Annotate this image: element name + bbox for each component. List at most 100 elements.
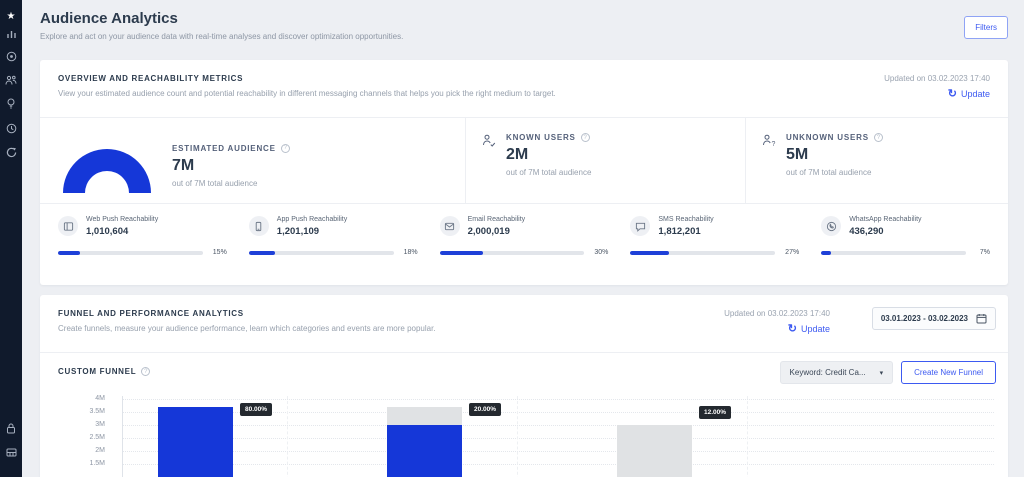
web-push-reachability: Web Push Reachability 1,010,604 15% — [58, 216, 227, 256]
custom-funnel-label: CUSTOM FUNNEL — [58, 367, 136, 376]
target-icon[interactable] — [0, 48, 22, 64]
known-users-label: KNOWN USERS — [506, 133, 576, 142]
whatsapp-progress — [821, 251, 966, 255]
app-push-percent: 18% — [402, 249, 418, 256]
reachability-row: Web Push Reachability 1,010,604 15% App … — [40, 203, 1008, 256]
y-tick: 2.5M — [89, 434, 105, 441]
whatsapp-value: 436,290 — [849, 226, 921, 237]
funnel-update-button[interactable]: ↻ Update — [788, 324, 830, 334]
page-title: Audience Analytics — [40, 10, 1008, 27]
sms-percent: 27% — [783, 249, 799, 256]
info-icon[interactable]: ? — [141, 367, 150, 376]
info-icon[interactable]: ? — [281, 144, 290, 153]
y-tick: 3M — [95, 421, 105, 428]
overview-card: OVERVIEW AND REACHABILITY METRICS View y… — [40, 60, 1008, 285]
estimated-audience-label: ESTIMATED AUDIENCE — [172, 144, 276, 153]
sms-reachability: SMS Reachability 1,812,201 27% — [630, 216, 799, 256]
app-push-value: 1,201,109 — [277, 226, 347, 237]
calendar-icon — [976, 313, 987, 324]
funnel-bar-step-2 — [387, 390, 462, 477]
whatsapp-percent: 7% — [974, 249, 990, 256]
create-new-funnel-button[interactable]: Create New Funnel — [901, 361, 996, 384]
overview-card-header: OVERVIEW AND REACHABILITY METRICS View y… — [40, 60, 1008, 118]
users-icon[interactable] — [0, 72, 22, 88]
chart-plot-area: 80.00% 20.00% 12.00% — [122, 390, 994, 477]
y-tick: 4M — [95, 395, 105, 402]
sms-value: 1,812,201 — [658, 226, 713, 237]
app-push-label: App Push Reachability — [277, 216, 347, 223]
refresh-icon: ↻ — [948, 89, 957, 99]
y-tick: 2M — [95, 447, 105, 454]
web-push-value: 1,010,604 — [86, 226, 158, 237]
page-subtitle: Explore and act on your audience data wi… — [40, 32, 1008, 41]
clock-icon[interactable] — [0, 120, 22, 136]
sidebar: ★ — [0, 0, 22, 477]
overview-title: OVERVIEW AND REACHABILITY METRICS — [58, 74, 990, 83]
whatsapp-label: WhatsApp Reachability — [849, 216, 921, 223]
refresh-icon: ↻ — [788, 324, 797, 334]
date-range-value: 03.01.2023 - 03.02.2023 — [881, 314, 968, 323]
info-icon[interactable]: ? — [874, 133, 883, 142]
funnel-description: Create funnels, measure your audience pe… — [58, 324, 990, 333]
email-icon — [440, 216, 460, 236]
overview-updated-timestamp: Updated on 03.02.2023 17:40 — [884, 74, 990, 83]
funnel-update-label: Update — [801, 324, 830, 334]
svg-text:?: ? — [772, 141, 776, 147]
app-push-progress — [249, 251, 394, 255]
bar-chart-icon[interactable] — [0, 25, 22, 41]
info-icon[interactable]: ? — [581, 133, 590, 142]
known-users-caption: out of 7M total audience — [506, 168, 591, 177]
user-question-icon: ? — [762, 134, 776, 203]
sms-progress — [630, 251, 775, 255]
lock-icon[interactable] — [0, 420, 22, 436]
estimated-audience-metric: ESTIMATED AUDIENCE ? 7M out of 7M total … — [40, 118, 465, 203]
email-reachability: Email Reachability 2,000,019 30% — [440, 216, 609, 256]
custom-funnel-toolbar: CUSTOM FUNNEL ? Keyword: Credit Ca... ▾ … — [40, 353, 1008, 386]
audience-metrics-row: ESTIMATED AUDIENCE ? 7M out of 7M total … — [40, 118, 1008, 203]
audience-donut-chart — [60, 146, 154, 194]
sms-icon — [630, 216, 650, 236]
web-push-progress — [58, 251, 203, 255]
user-check-icon — [482, 134, 496, 203]
web-push-label: Web Push Reachability — [86, 216, 158, 223]
conversion-badge: 12.00% — [699, 406, 731, 419]
conversion-badge: 80.00% — [240, 403, 272, 416]
unknown-users-value: 5M — [786, 146, 883, 164]
email-label: Email Reachability — [468, 216, 526, 223]
grid-icon[interactable] — [0, 444, 22, 460]
keyword-dropdown-value: Keyword: Credit Ca... — [790, 368, 866, 377]
date-range-picker[interactable]: 03.01.2023 - 03.02.2023 — [872, 307, 996, 330]
funnel-bar-step-1 — [158, 390, 233, 477]
filters-button[interactable]: Filters — [964, 16, 1008, 39]
lightbulb-icon[interactable] — [0, 96, 22, 112]
funnel-bar-step-3 — [617, 390, 692, 477]
funnel-card-header: FUNNEL AND PERFORMANCE ANALYTICS Create … — [40, 295, 1008, 353]
page-header: Audience Analytics Explore and act on yo… — [40, 10, 1008, 41]
whatsapp-reachability: WhatsApp Reachability 436,290 7% — [821, 216, 990, 256]
estimated-audience-caption: out of 7M total audience — [172, 179, 290, 188]
overview-update-button[interactable]: ↻ Update — [948, 89, 990, 99]
funnel-title: FUNNEL AND PERFORMANCE ANALYTICS — [58, 309, 990, 318]
funnel-chart: 4M 3.5M 3M 2.5M 2M 1.5M — [40, 390, 1008, 477]
app-push-reachability: App Push Reachability 1,201,109 18% — [249, 216, 418, 256]
star-icon[interactable]: ★ — [0, 9, 22, 25]
chart-y-axis-labels: 4M 3.5M 3M 2.5M 2M 1.5M — [60, 390, 105, 477]
refresh-icon[interactable] — [0, 144, 22, 160]
unknown-users-metric: ? UNKNOWN USERS ? 5M out of 7M total aud… — [745, 118, 1008, 203]
keyword-dropdown[interactable]: Keyword: Credit Ca... ▾ — [780, 361, 894, 384]
funnel-card: FUNNEL AND PERFORMANCE ANALYTICS Create … — [40, 295, 1008, 477]
web-push-icon — [58, 216, 78, 236]
y-tick: 3.5M — [89, 408, 105, 415]
conversion-badge: 20.00% — [469, 403, 501, 416]
unknown-users-caption: out of 7M total audience — [786, 168, 883, 177]
unknown-users-label: UNKNOWN USERS — [786, 133, 869, 142]
web-push-percent: 15% — [211, 249, 227, 256]
app-push-icon — [249, 216, 269, 236]
email-progress — [440, 251, 585, 255]
known-users-metric: KNOWN USERS ? 2M out of 7M total audienc… — [465, 118, 745, 203]
overview-description: View your estimated audience count and p… — [58, 89, 990, 98]
chevron-down-icon: ▾ — [880, 369, 884, 377]
overview-update-label: Update — [961, 89, 990, 99]
sms-label: SMS Reachability — [658, 216, 713, 223]
funnel-updated-timestamp: Updated on 03.02.2023 17:40 — [724, 309, 830, 318]
